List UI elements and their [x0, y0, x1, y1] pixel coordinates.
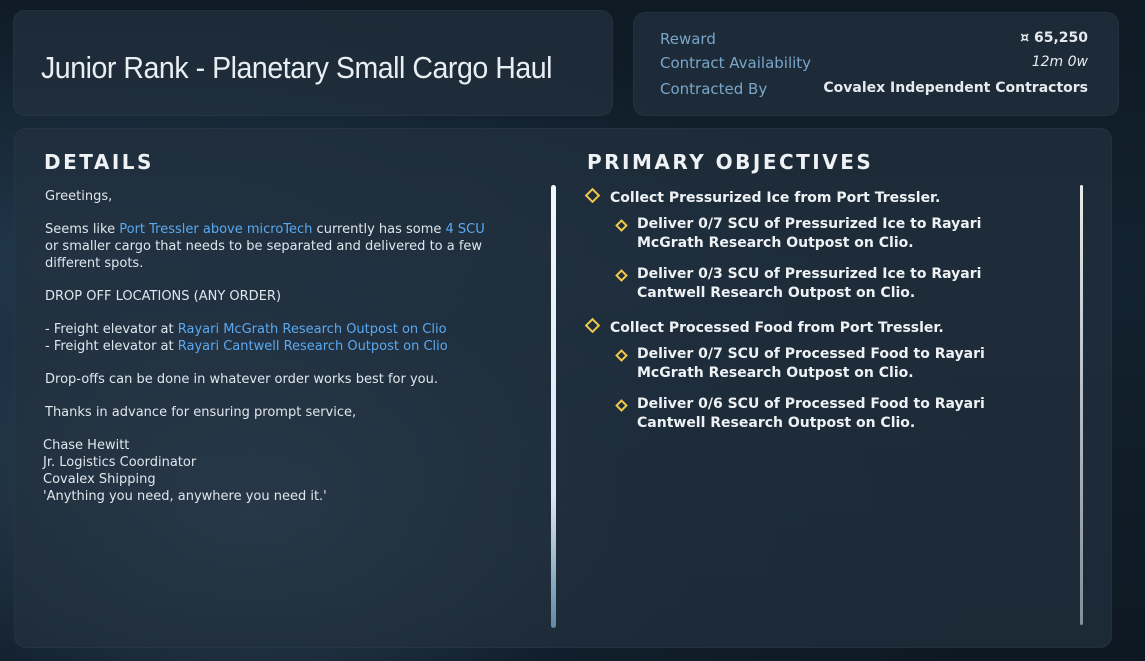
location-link-port-tressler[interactable]: Port Tressler above microTech [119, 222, 312, 237]
contract-title: Junior Rank - Planetary Small Cargo Haul [41, 50, 553, 85]
signature-name: Chase Hewitt [43, 438, 130, 453]
signature: Chase Hewitt Jr. Logistics Coordinator C… [43, 437, 495, 505]
text-span: - Freight elevator at [45, 339, 178, 354]
text-span: currently has some [312, 222, 446, 237]
sub-objective-2-1: Deliver 0/7 SCU of Processed Food to Ray… [615, 345, 997, 383]
sub-objective-diamond-icon [615, 219, 628, 232]
sub-objective-label: Deliver 0/3 SCU of Pressurized Ice to Ra… [637, 266, 982, 301]
signature-motto: 'Anything you need, anywhere you need it… [43, 489, 327, 504]
reward-label: Reward [660, 30, 716, 48]
objective-label: Collect Pressurized Ice from Port Tressl… [610, 190, 941, 206]
details-scrollbar[interactable] [551, 185, 556, 628]
contracted-by-row: Contracted By Covalex Independent Contra… [633, 80, 1119, 100]
contract-title-panel: Junior Rank - Planetary Small Cargo Haul [13, 10, 613, 116]
order-note: Drop-offs can be done in whatever order … [45, 372, 438, 387]
sub-objective-label: Deliver 0/7 SCU of Processed Food to Ray… [637, 346, 985, 381]
sub-objective-1-2: Deliver 0/3 SCU of Pressurized Ice to Ra… [615, 265, 997, 303]
location-link-mcgrath[interactable]: Rayari McGrath Research Outpost on Clio [178, 322, 447, 337]
details-paragraph-1: Seems like Port Tressler above microTech… [45, 221, 495, 272]
contracted-by-label: Contracted By [660, 80, 768, 98]
text-span: - Freight elevator at [45, 322, 178, 337]
cargo-size-link[interactable]: 4 SCU [446, 222, 485, 237]
greeting: Greetings, [45, 189, 113, 204]
thanks-line: Thanks in advance for ensuring prompt se… [45, 405, 357, 420]
sub-objective-diamond-icon [615, 269, 628, 282]
sub-objective-diamond-icon [615, 349, 628, 362]
reward-value: ¤ 65,250 [1020, 30, 1088, 46]
objective-label: Collect Processed Food from Port Tressle… [610, 320, 944, 336]
location-link-cantwell[interactable]: Rayari Cantwell Research Outpost on Clio [178, 339, 448, 354]
text-span: or smaller cargo that needs to be separa… [45, 239, 483, 271]
sub-objective-1-1: Deliver 0/7 SCU of Pressurized Ice to Ra… [615, 215, 997, 253]
signature-title: Jr. Logistics Coordinator [43, 455, 197, 470]
availability-row: Contract Availability 12m 0w [633, 54, 1119, 74]
dropoff-item-1: - Freight elevator at Rayari McGrath Res… [45, 322, 447, 337]
sub-objective-label: Deliver 0/7 SCU of Pressurized Ice to Ra… [637, 216, 982, 251]
objective-diamond-icon [584, 187, 601, 204]
objectives-heading: PRIMARY OBJECTIVES [587, 150, 874, 174]
availability-label: Contract Availability [660, 54, 812, 72]
sub-objective-label: Deliver 0/6 SCU of Processed Food to Ray… [637, 396, 985, 431]
dropoff-heading: DROP OFF LOCATIONS (ANY ORDER) [45, 289, 282, 304]
dropoff-list: - Freight elevator at Rayari McGrath Res… [45, 321, 495, 355]
sub-objective-2-2: Deliver 0/6 SCU of Processed Food to Ray… [615, 395, 997, 433]
objective-group-2: Collect Processed Food from Port Tressle… [584, 317, 944, 336]
availability-value: 12m 0w [1031, 54, 1088, 70]
sub-objective-diamond-icon [615, 399, 628, 412]
objective-group-1: Collect Pressurized Ice from Port Tressl… [584, 187, 941, 206]
signature-company: Covalex Shipping [43, 472, 156, 487]
contract-info-panel: Reward ¤ 65,250 Contract Availability 12… [633, 12, 1119, 116]
objectives-scrollbar[interactable] [1080, 185, 1083, 625]
text-span: Seems like [45, 222, 120, 237]
objective-diamond-icon [584, 317, 601, 334]
reward-row: Reward ¤ 65,250 [633, 30, 1119, 50]
contracted-by-value: Covalex Independent Contractors [823, 80, 1088, 96]
dropoff-item-2: - Freight elevator at Rayari Cantwell Re… [45, 339, 448, 354]
contract-body-panel: DETAILS Greetings, Seems like Port Tress… [14, 128, 1112, 648]
details-text[interactable]: Greetings, Seems like Port Tressler abov… [43, 188, 495, 505]
details-heading: DETAILS [44, 150, 154, 174]
